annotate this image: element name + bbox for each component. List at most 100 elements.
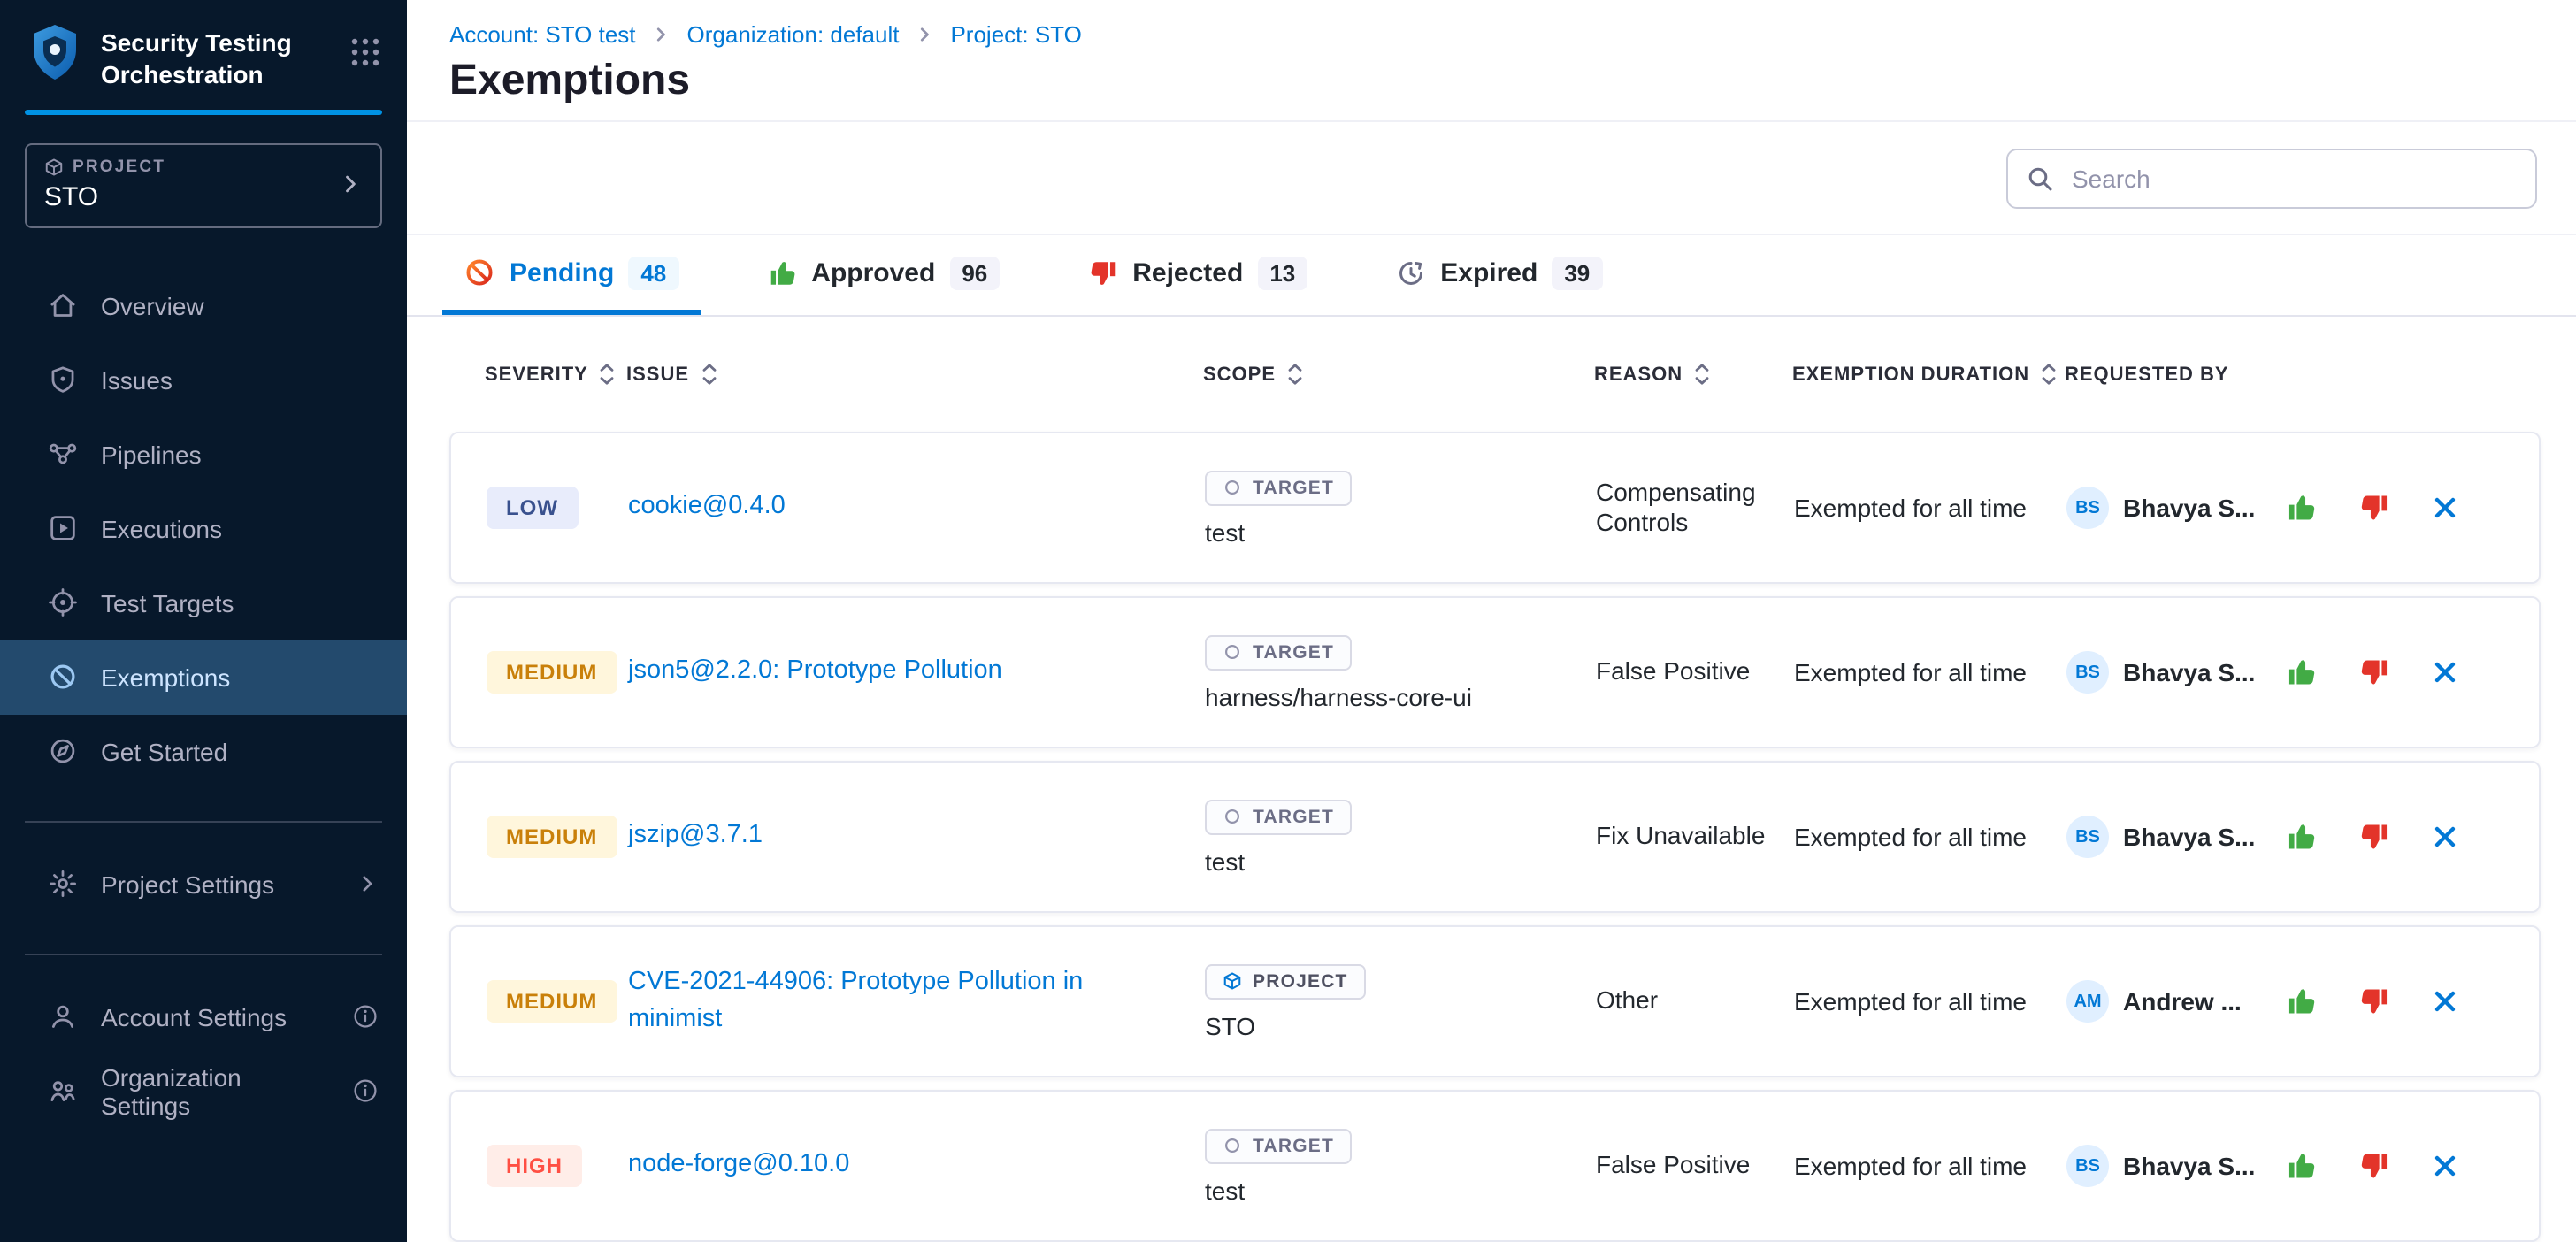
app-title-line1: Security Testing xyxy=(101,28,327,60)
approve-button[interactable] xyxy=(2286,656,2318,688)
harness-sto-logo xyxy=(27,23,83,83)
sort-icon[interactable] xyxy=(1693,363,1711,386)
sidebar-item-issues[interactable]: Issues xyxy=(0,343,407,418)
issue-link[interactable]: jszip@3.7.1 xyxy=(628,818,763,855)
reject-button[interactable] xyxy=(2358,985,2390,1017)
chevron-right-icon xyxy=(338,172,363,197)
sidebar-item-exemptions[interactable]: Exemptions xyxy=(0,640,407,715)
cancel-exemption-button[interactable] xyxy=(2431,823,2459,851)
cancel-exemption-button[interactable] xyxy=(2431,658,2459,686)
tab-rejected[interactable]: Rejected 13 xyxy=(1067,236,1329,316)
column-header-scope: SCOPE xyxy=(1203,363,1594,386)
sort-icon[interactable] xyxy=(1286,363,1304,386)
module-selector-grid-icon[interactable] xyxy=(345,32,386,73)
column-header-label: SEVERITY xyxy=(485,364,588,385)
breadcrumb-project-link[interactable]: Project: STO xyxy=(950,21,1081,48)
sort-icon[interactable] xyxy=(700,363,717,386)
project-selector[interactable]: PROJECT STO xyxy=(25,143,382,228)
sort-icon[interactable] xyxy=(2040,363,2058,386)
avatar: BS xyxy=(2066,816,2109,858)
chevron-right-icon xyxy=(915,25,934,44)
tab-approved[interactable]: Approved 96 xyxy=(746,236,1021,316)
tab-pending[interactable]: Pending 48 xyxy=(442,236,700,316)
pending-icon xyxy=(464,257,495,289)
scope-name: test xyxy=(1205,1176,1245,1204)
tab-expired[interactable]: Expired 39 xyxy=(1375,236,1623,316)
scope-name: harness/harness-core-ui xyxy=(1205,682,1472,710)
cancel-exemption-button[interactable] xyxy=(2431,494,2459,522)
breadcrumb-organization-link[interactable]: Organization: default xyxy=(687,21,900,48)
issue-link[interactable]: json5@2.2.0: Prototype Pollution xyxy=(628,654,1002,691)
issue-link[interactable]: CVE-2021-44906: Prototype Pollution in m… xyxy=(628,964,1138,1039)
target-scope-icon xyxy=(1223,478,1242,497)
sidebar-divider xyxy=(25,821,382,823)
app-window: Security Testing Orchestration xyxy=(0,0,2576,1242)
sidebar-item-get-started[interactable]: Get Started xyxy=(0,715,407,789)
project-selector-name: STO xyxy=(44,182,165,212)
column-header-severity: SEVERITY xyxy=(485,363,626,386)
row-actions xyxy=(2286,821,2503,853)
issue-link[interactable]: node-forge@0.10.0 xyxy=(628,1147,849,1184)
sidebar-item-label: Organization Settings xyxy=(101,1063,329,1120)
sidebar-item-test-targets[interactable]: Test Targets xyxy=(0,566,407,640)
sidebar-item-label: Project Settings xyxy=(101,870,333,899)
approve-button[interactable] xyxy=(2286,492,2318,524)
project-selector-label: PROJECT xyxy=(73,157,165,177)
get-started-icon xyxy=(48,737,78,767)
pipelines-icon xyxy=(48,440,78,470)
tab-count-badge: 13 xyxy=(1257,257,1307,290)
sidebar-item-executions[interactable]: Executions xyxy=(0,492,407,566)
issues-icon xyxy=(48,365,78,395)
approve-button[interactable] xyxy=(2286,821,2318,853)
search-input[interactable] xyxy=(2068,162,2518,194)
home-icon xyxy=(48,291,78,321)
tab-bar: Pending 48 Approved 96 xyxy=(407,236,2576,318)
column-header-label: REASON xyxy=(1594,364,1683,385)
column-header-exemption-duration: EXEMPTION DURATION xyxy=(1792,363,2065,386)
column-header-label: EXEMPTION DURATION xyxy=(1792,364,2029,385)
chevron-right-icon xyxy=(356,873,379,896)
approve-button[interactable] xyxy=(2286,985,2318,1017)
row-actions xyxy=(2286,1150,2503,1182)
page-header: Account: STO test Organization: default … xyxy=(407,0,2576,122)
requested-by-cell: BS Bhavya S... xyxy=(2066,487,2286,529)
scope-cell: TARGET test xyxy=(1205,799,1596,875)
issue-link[interactable]: cookie@0.4.0 xyxy=(628,489,786,526)
cancel-exemption-button[interactable] xyxy=(2431,1152,2459,1180)
severity-badge: LOW xyxy=(487,487,578,529)
sidebar-item-pipelines[interactable]: Pipelines xyxy=(0,418,407,492)
reject-button[interactable] xyxy=(2358,656,2390,688)
scope-type-pill: TARGET xyxy=(1205,799,1352,834)
breadcrumb-account-link[interactable]: Account: STO test xyxy=(449,21,636,48)
requester-name: Andrew ... xyxy=(2123,987,2242,1016)
reject-button[interactable] xyxy=(2358,821,2390,853)
project-selector-label-row: PROJECT xyxy=(44,157,165,177)
exemption-duration-text: Exempted for all time xyxy=(1794,1152,2066,1180)
sidebar-item-organization-settings[interactable]: Organization Settings xyxy=(0,1054,407,1129)
scope-type-label: TARGET xyxy=(1253,477,1334,498)
scope-name: STO xyxy=(1205,1011,1255,1039)
requester-name: Bhavya S... xyxy=(2123,1152,2255,1180)
sidebar-item-overview[interactable]: Overview xyxy=(0,269,407,343)
sidebar-item-account-settings[interactable]: Account Settings xyxy=(0,980,407,1054)
target-scope-icon xyxy=(1223,642,1242,662)
table-header-row: SEVERITY ISSUE SCOPE REASON xyxy=(449,318,2541,432)
sidebar-item-project-settings[interactable]: Project Settings xyxy=(0,847,407,922)
chevron-right-icon xyxy=(652,25,671,44)
sidebar-item-label: Account Settings xyxy=(101,1003,329,1031)
page-title: Exemptions xyxy=(449,57,2541,106)
tab-count-badge: 39 xyxy=(1552,257,1602,290)
toolbar xyxy=(407,122,2576,236)
clock-icon xyxy=(1396,258,1426,288)
column-header-label: SCOPE xyxy=(1203,364,1276,385)
approve-button[interactable] xyxy=(2286,1150,2318,1182)
sort-icon[interactable] xyxy=(599,363,617,386)
reject-button[interactable] xyxy=(2358,492,2390,524)
sidebar-item-label: Exemptions xyxy=(101,663,230,692)
column-header-reason: REASON xyxy=(1594,363,1792,386)
table-row: HIGH node-forge@0.10.0 TARGET test False… xyxy=(449,1090,2541,1242)
reject-button[interactable] xyxy=(2358,1150,2390,1182)
search-box xyxy=(2006,148,2537,208)
cancel-exemption-button[interactable] xyxy=(2431,987,2459,1016)
row-actions xyxy=(2286,492,2503,524)
